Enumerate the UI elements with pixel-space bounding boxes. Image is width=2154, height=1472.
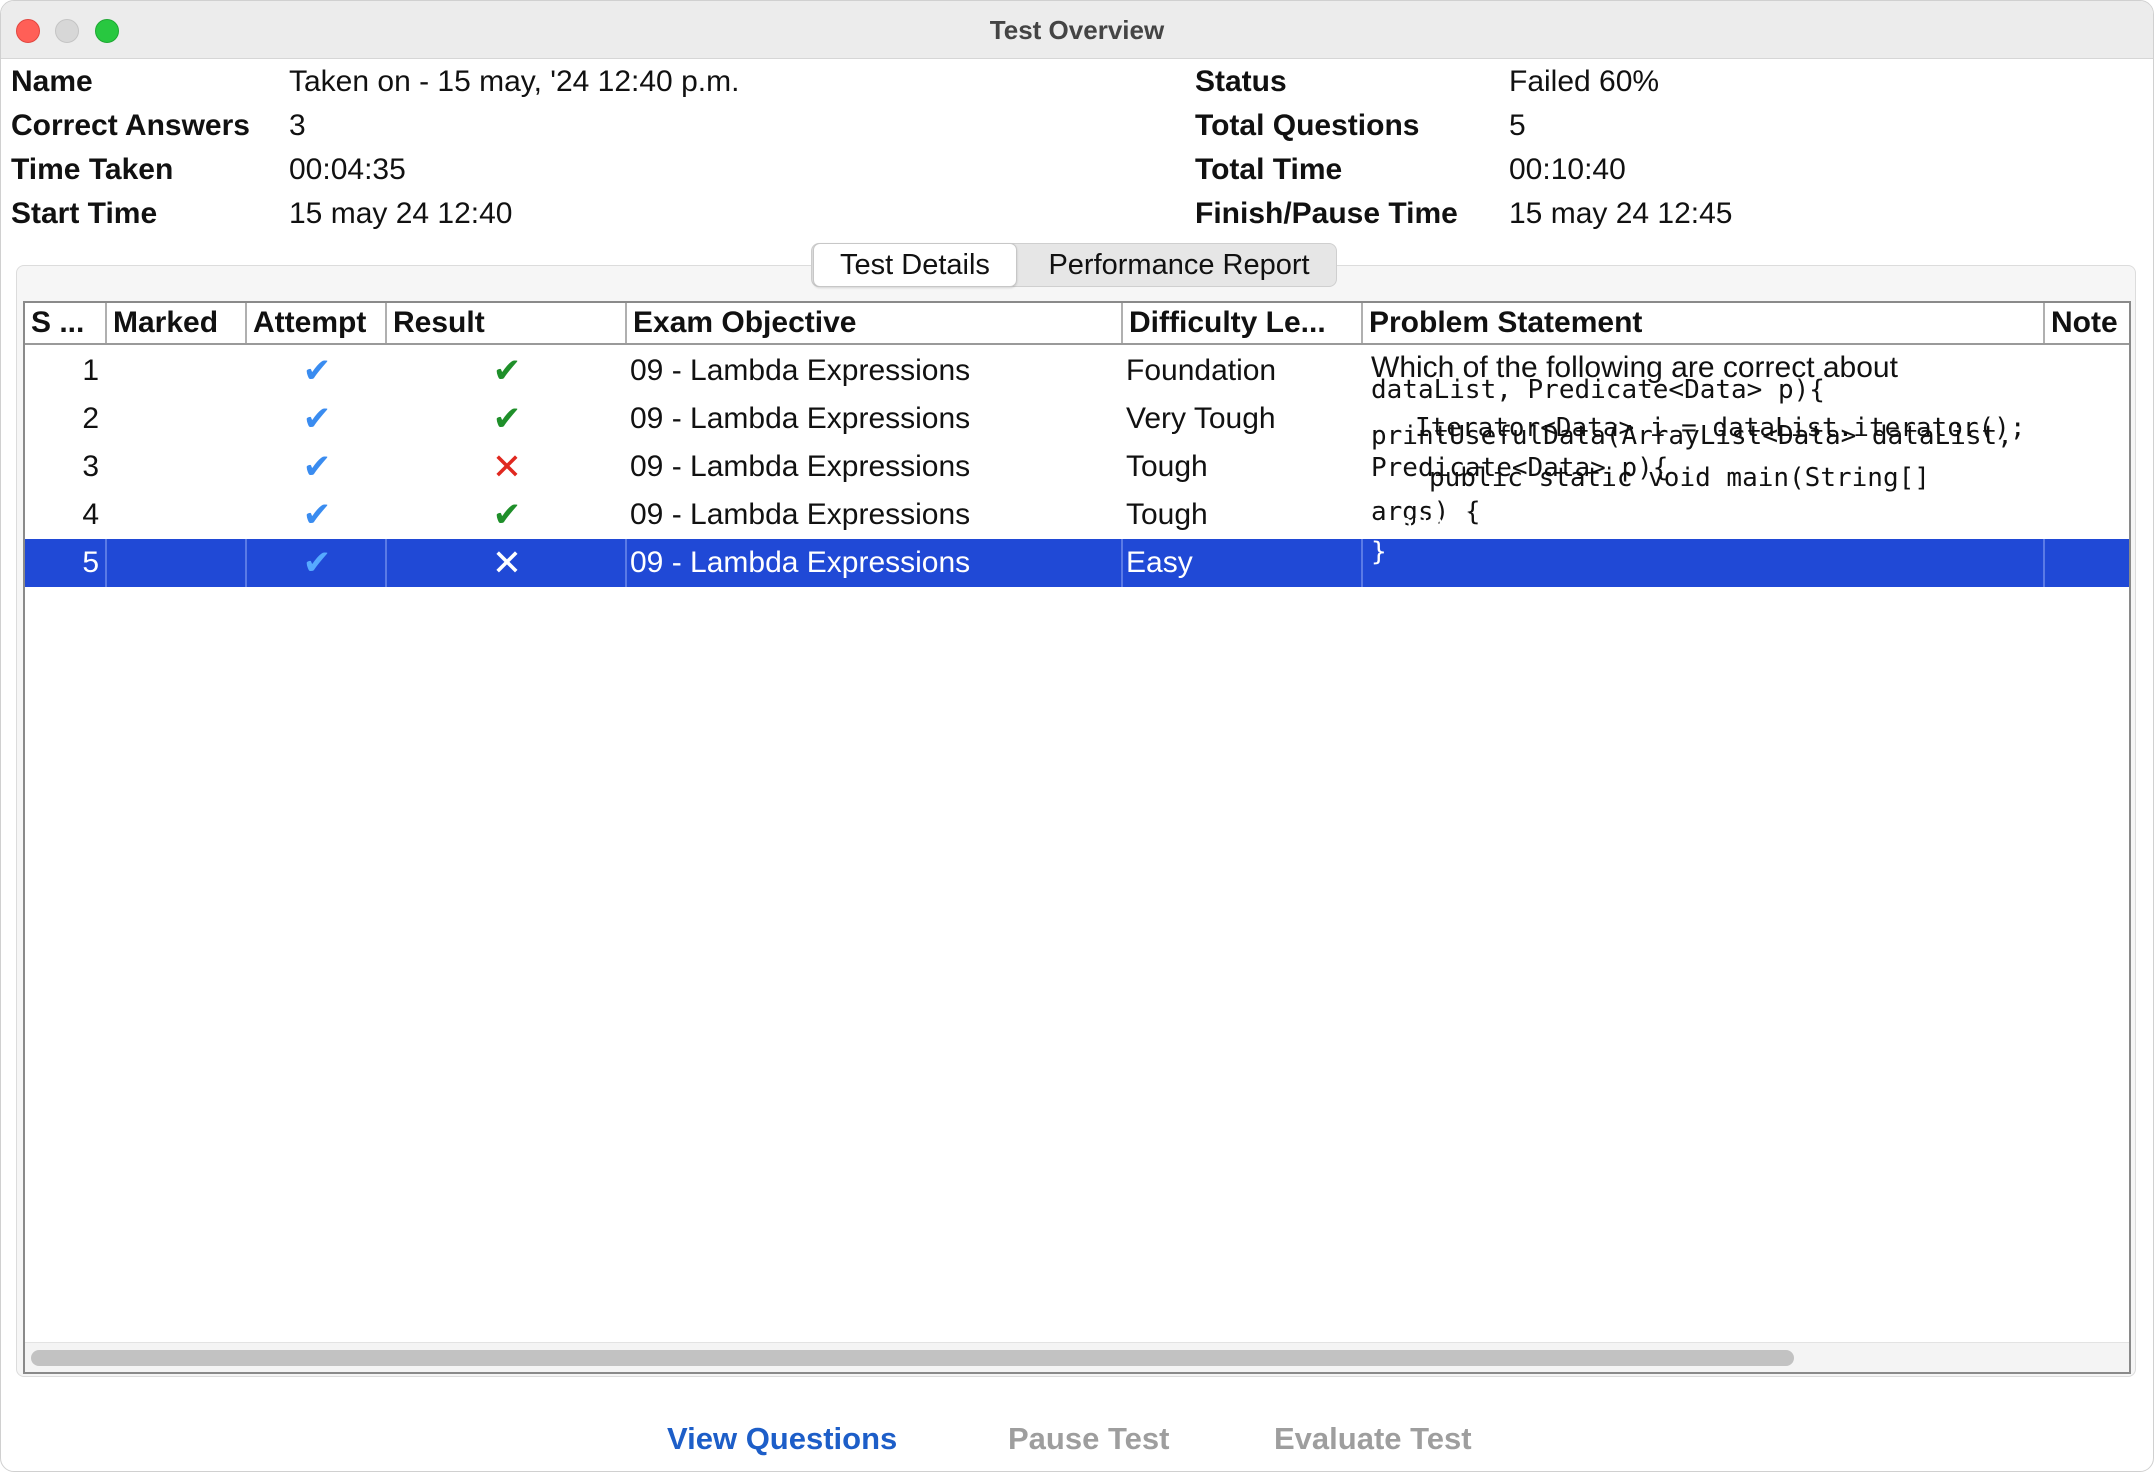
correct-answers-value: 3	[289, 109, 306, 142]
problem-statement-text: dataList, Predicate<Data> p){	[1371, 375, 1825, 405]
finish-pause-time-label: Finish/Pause Time	[1195, 197, 1458, 230]
total-questions-value: 5	[1509, 109, 1526, 142]
difficulty-cell: Very Tough	[1126, 402, 1276, 435]
tab-bar: Test Details Performance Report	[811, 243, 1337, 287]
problem-statement-text: public void run();	[1397, 509, 1679, 539]
title-bar: Test Overview	[1, 1, 2153, 59]
check-green-icon: ✔	[492, 400, 522, 438]
check-blue-icon: ✔	[302, 544, 332, 582]
exam-objective-cell: 09 - Lambda Expressions	[630, 498, 971, 531]
difficulty-cell: Easy	[1126, 546, 1193, 579]
column-header-note[interactable]: Note	[2045, 303, 2129, 343]
problem-statement-text: public static void main(String[]	[1429, 463, 1930, 493]
column-header-marked[interactable]: Marked	[107, 303, 247, 343]
column-header-problem-statement[interactable]: Problem Statement	[1363, 303, 2045, 343]
evaluate-test-button[interactable]: Evaluate Test	[1274, 1421, 1472, 1457]
column-divider	[1361, 539, 1363, 587]
check-blue-icon: ✔	[302, 448, 332, 486]
serial-cell: 4	[82, 498, 99, 531]
time-taken-value: 00:04:35	[289, 153, 406, 186]
test-details-table[interactable]: S ... Marked Attempt Result Exam Objecti…	[23, 301, 2131, 1374]
difficulty-cell: Foundation	[1126, 354, 1277, 387]
column-header-exam-objective[interactable]: Exam Objective	[627, 303, 1123, 343]
status-label: Status	[1195, 65, 1287, 98]
check-blue-icon: ✔	[302, 400, 332, 438]
exam-objective-cell: 09 - Lambda Expressions	[630, 450, 971, 483]
exam-objective-cell: 09 - Lambda Expressions	[630, 402, 971, 435]
column-divider	[1121, 539, 1123, 587]
correct-answers-label: Correct Answers	[11, 109, 250, 142]
difficulty-cell: Tough	[1126, 498, 1208, 531]
exam-objective-cell: 09 - Lambda Expressions	[630, 546, 971, 579]
column-header-serial[interactable]: S ...	[25, 303, 107, 343]
problem-statement-text: }	[1371, 537, 1387, 567]
check-green-icon: ✔	[492, 496, 522, 534]
check-blue-icon: ✔	[302, 496, 332, 534]
window-title: Test Overview	[989, 15, 1165, 45]
total-time-label: Total Time	[1195, 153, 1343, 186]
column-header-difficulty-level[interactable]: Difficulty Le...	[1123, 303, 1363, 343]
total-time-value: 00:10:40	[1509, 153, 1626, 186]
total-questions-label: Total Questions	[1195, 109, 1420, 142]
name-label: Name	[11, 65, 93, 98]
column-header-result[interactable]: Result	[387, 303, 627, 343]
serial-cell: 5	[82, 546, 99, 579]
finish-pause-time-value: 15 may 24 12:45	[1509, 197, 1733, 230]
name-value: Taken on - 15 may, '24 12:40 p.m.	[289, 65, 740, 98]
tab-performance-report[interactable]: Performance Report	[1024, 244, 1334, 286]
problem-statement-cells: Which of the following are correct about…	[1365, 347, 2065, 587]
start-time-value: 15 may 24 12:40	[289, 197, 513, 230]
test-overview-window: Test Overview Name Taken on - 15 may, '2…	[0, 0, 2154, 1472]
status-value: Failed 60%	[1509, 65, 1660, 98]
difficulty-cell: Tough	[1126, 450, 1208, 483]
problem-statement-text: printUsefulData(ArrayList<Data> dataList…	[1371, 421, 2013, 451]
tab-test-details[interactable]: Test Details	[813, 243, 1017, 287]
x-red-icon: ✕	[491, 542, 523, 583]
serial-cell: 1	[82, 354, 99, 387]
check-blue-icon: ✔	[302, 352, 332, 390]
column-divider	[105, 539, 107, 587]
start-time-label: Start Time	[11, 197, 158, 230]
table-header: S ... Marked Attempt Result Exam Objecti…	[25, 303, 2129, 345]
time-taken-label: Time Taken	[11, 153, 174, 186]
check-green-icon: ✔	[492, 352, 522, 390]
serial-cell: 3	[82, 450, 99, 483]
horizontal-scrollbar[interactable]	[25, 1342, 2129, 1372]
horizontal-scrollbar-thumb[interactable]	[31, 1350, 1794, 1366]
view-questions-button[interactable]: View Questions	[667, 1421, 897, 1457]
column-header-attempt[interactable]: Attempt	[247, 303, 387, 343]
pause-test-button[interactable]: Pause Test	[1008, 1421, 1169, 1457]
x-red-icon: ✕	[491, 446, 523, 487]
exam-objective-cell: 09 - Lambda Expressions	[630, 354, 971, 387]
serial-cell: 2	[82, 402, 99, 435]
